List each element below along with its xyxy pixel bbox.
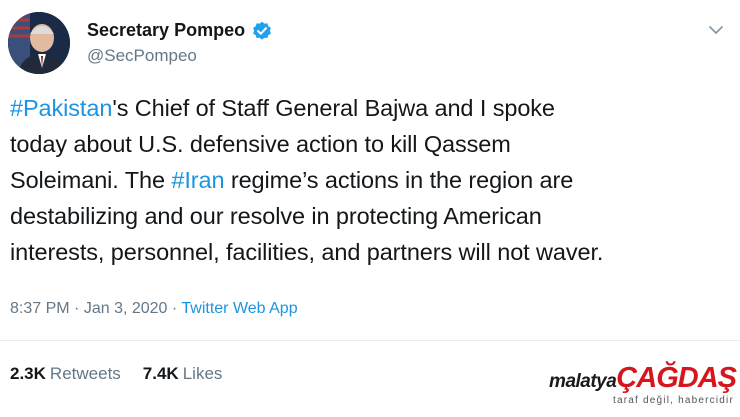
author-name[interactable]: Secretary Pompeo: [87, 20, 245, 41]
tweet-date[interactable]: Jan 3, 2020: [84, 300, 168, 317]
hashtag-link[interactable]: #Iran: [171, 167, 224, 193]
tweet-source-link[interactable]: Twitter Web App: [181, 300, 297, 317]
tweet-line: destabilizing and our resolve in protect…: [10, 198, 735, 234]
tweet-card: Secretary Pompeo @SecPompeo #Pakistan's …: [0, 0, 740, 417]
watermark-tagline: taraf değil, habercidir: [613, 395, 734, 406]
watermark-brand-big: ÇAĞDAŞ: [616, 362, 737, 394]
separator: ·: [74, 300, 80, 317]
likes-label[interactable]: Likes: [183, 364, 223, 384]
tweet-line: Soleimani. The #Iran regime’s actions in…: [10, 162, 735, 198]
separator: ·: [171, 300, 178, 317]
tweet-time[interactable]: 8:37 PM: [10, 300, 70, 317]
author-row: Secretary Pompeo: [87, 20, 272, 41]
tweet-text-segment: destabilizing and our resolve in protect…: [10, 203, 542, 229]
tweet-line: #Pakistan's Chief of Staff General Bajwa…: [10, 90, 735, 126]
author-handle[interactable]: @SecPompeo: [87, 46, 197, 66]
tweet-line: today about U.S. defensive action to kil…: [10, 126, 735, 162]
tweet-text: #Pakistan's Chief of Staff General Bajwa…: [10, 90, 735, 270]
tweet-text-segment: Soleimani. The: [10, 167, 172, 193]
tweet-text-segment: regime’s actions in the region are: [224, 167, 574, 193]
retweets-count[interactable]: 2.3K: [10, 364, 46, 384]
likes-count[interactable]: 7.4K: [143, 364, 179, 384]
watermark-logo: malatyaÇAĞDAŞ taraf değil, habercidir: [512, 362, 738, 414]
verified-badge-icon: [252, 21, 272, 41]
tweet-line: interests, personnel, facilities, and pa…: [10, 234, 735, 270]
chevron-down-icon[interactable]: [706, 20, 726, 40]
retweets-label[interactable]: Retweets: [50, 364, 121, 384]
hashtag-link[interactable]: #Pakistan: [10, 95, 112, 121]
watermark-brand-small: malatya: [549, 371, 617, 392]
tweet-text-segment: today about U.S. defensive action to kil…: [10, 131, 511, 157]
watermark-brand: malatyaÇAĞDAŞ: [549, 362, 737, 395]
avatar[interactable]: [8, 12, 70, 74]
tweet-metadata: 8:37 PM · Jan 3, 2020 · Twitter Web App: [10, 300, 298, 318]
tweet-text-segment: 's Chief of Staff General Bajwa and I sp…: [112, 95, 555, 121]
divider: [0, 340, 740, 341]
engagement-stats: 2.3K Retweets 7.4K Likes: [10, 364, 222, 384]
tweet-text-segment: interests, personnel, facilities, and pa…: [10, 239, 604, 265]
